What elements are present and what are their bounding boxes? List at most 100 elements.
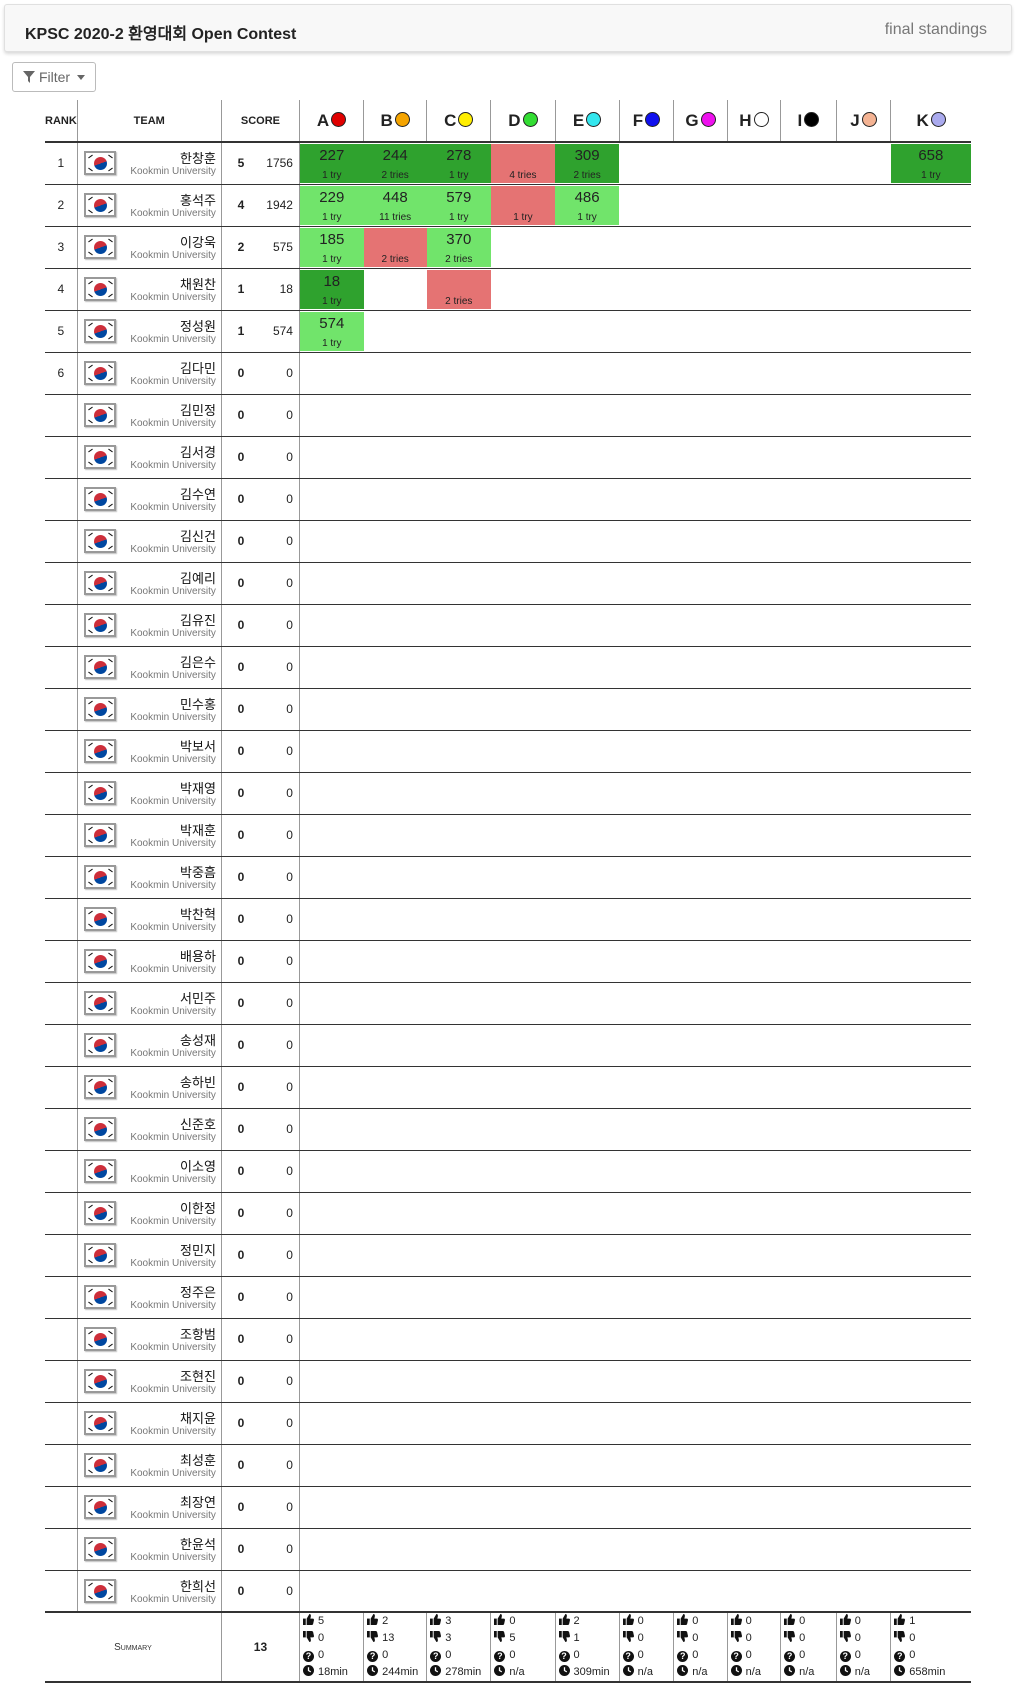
team-cell[interactable]: 김민정 Kookmin University <box>76 394 222 437</box>
empty-result-cell <box>780 394 837 437</box>
empty-result-cell <box>363 688 427 731</box>
team-name: 김다민 <box>180 360 216 376</box>
team-cell[interactable]: 김예리 Kookmin University <box>76 562 222 605</box>
team-cell[interactable]: 한윤석 Kookmin University <box>76 1528 222 1571</box>
team-cell[interactable]: 조현진 Kookmin University <box>76 1360 222 1403</box>
empty-result-cell <box>673 520 728 563</box>
result-cell-c[interactable]: 2 tries <box>426 268 491 311</box>
thumbs-up-icon <box>894 1614 906 1625</box>
result-cell-d[interactable]: 4 tries <box>490 142 556 185</box>
team-cell[interactable]: 정민지 Kookmin University <box>76 1234 222 1277</box>
empty-result-cell <box>619 1402 674 1445</box>
team-cell[interactable]: 조항범 Kookmin University <box>76 1318 222 1361</box>
team-cell[interactable]: 최장연 Kookmin University <box>76 1486 222 1529</box>
result-cell-c[interactable]: 278 1 try <box>426 142 491 185</box>
team-name: 박재훈 <box>180 822 216 838</box>
thumbs-up-icon <box>494 1614 506 1625</box>
problem-header-f[interactable]: F <box>618 100 674 143</box>
result-cell-c[interactable]: 579 1 try <box>426 184 491 227</box>
team-cell[interactable]: 서민주 Kookmin University <box>76 982 222 1025</box>
empty-result-cell <box>426 352 491 395</box>
result-cell-a[interactable]: 227 1 try <box>298 142 364 185</box>
team-cell[interactable]: 송하빈 Kookmin University <box>76 1066 222 1109</box>
team-cell[interactable]: 정주은 Kookmin University <box>76 1276 222 1319</box>
problem-header-e[interactable]: E <box>554 100 620 143</box>
empty-result-cell <box>619 1276 674 1319</box>
team-cell[interactable]: 박보서 Kookmin University <box>76 730 222 773</box>
team-cell[interactable]: 박재훈 Kookmin University <box>76 814 222 857</box>
team-cell[interactable]: 정성원 Kookmin University <box>76 310 222 353</box>
team-cell[interactable]: 채지윤 Kookmin University <box>76 1402 222 1445</box>
result-cell-k[interactable]: 658 1 try <box>890 142 971 185</box>
team-cell[interactable]: 박중흠 Kookmin University <box>76 856 222 899</box>
team-cell[interactable]: 김서경 Kookmin University <box>76 436 222 479</box>
empty-result-cell <box>890 310 971 353</box>
team-cell[interactable]: 이소영 Kookmin University <box>76 1150 222 1193</box>
team-name: 송성재 <box>180 1032 216 1048</box>
team-cell[interactable]: 김신건 Kookmin University <box>76 520 222 563</box>
team-cell[interactable]: 한희선 Kookmin University <box>76 1570 222 1613</box>
table-row: 2 홍석주 Kookmin University 4 1942 229 1 try 448 11… <box>45 184 971 227</box>
team-cell[interactable]: 홍석주 Kookmin University <box>76 184 222 227</box>
team-cell[interactable]: 최성훈 Kookmin University <box>76 1444 222 1487</box>
problem-header-c[interactable]: C <box>426 100 491 143</box>
result-cell-b[interactable]: 448 11 tries <box>363 184 427 227</box>
team-cell[interactable]: 한창훈 Kookmin University <box>76 142 222 185</box>
accepted-count: 5 <box>317 1615 325 1627</box>
problem-header-h[interactable]: H <box>726 100 781 143</box>
result-cell-a[interactable]: 229 1 try <box>298 184 364 227</box>
empty-result-cell <box>890 1108 971 1151</box>
result-cell-e[interactable]: 309 2 tries <box>555 142 620 185</box>
filter-button[interactable]: Filter <box>12 62 96 92</box>
try-count: 1 try <box>449 169 469 181</box>
team-cell[interactable]: 김은수 Kookmin University <box>76 646 222 689</box>
team-cell[interactable]: 채원찬 Kookmin University <box>76 268 222 311</box>
problem-header-i[interactable]: I <box>780 100 837 143</box>
empty-result-cell <box>619 352 674 395</box>
team-cell[interactable]: 민수홍 Kookmin University <box>76 688 222 731</box>
result-cell-a[interactable]: 18 1 try <box>298 268 364 311</box>
team-cell[interactable]: 김유진 Kookmin University <box>76 604 222 647</box>
empty-result-cell <box>426 1486 491 1529</box>
team-cell[interactable]: 이한정 Kookmin University <box>76 1192 222 1235</box>
rejected-count: 0 <box>692 1632 699 1644</box>
result-cell-b[interactable]: 2 tries <box>363 226 427 269</box>
result-cell-e[interactable]: 486 1 try <box>555 184 620 227</box>
problem-header-d[interactable]: D <box>490 100 556 143</box>
empty-result-cell <box>490 730 556 773</box>
problem-letter: I <box>797 110 803 130</box>
team-cell[interactable]: 김다민 Kookmin University <box>76 352 222 395</box>
result-cell-b[interactable]: 244 2 tries <box>363 142 427 185</box>
penalty-time: 0 <box>259 478 300 521</box>
empty-result-cell <box>780 1192 837 1235</box>
result-cell-a[interactable]: 574 1 try <box>298 310 364 353</box>
team-cell[interactable]: 송성재 Kookmin University <box>76 1024 222 1067</box>
result-cell-a[interactable]: 185 1 try <box>298 226 364 269</box>
team-cell[interactable]: 박찬혁 Kookmin University <box>76 898 222 941</box>
rejected-count: 0 <box>637 1632 644 1644</box>
problem-header-a[interactable]: A <box>298 100 364 143</box>
problem-header-b[interactable]: B <box>363 100 427 143</box>
first-solve-time: 244min <box>382 1666 419 1678</box>
flag-icon <box>83 444 116 469</box>
team-cell[interactable]: 배용하 Kookmin University <box>76 940 222 983</box>
result-cell-c[interactable]: 370 2 tries <box>426 226 491 269</box>
penalty-time: 0 <box>259 1234 300 1277</box>
problem-header-g[interactable]: G <box>673 100 728 143</box>
team-affiliation: Kookmin University <box>130 669 216 681</box>
problem-header-k[interactable]: K <box>890 100 971 143</box>
team-affiliation: Kookmin University <box>130 795 216 807</box>
team-cell[interactable]: 박재영 Kookmin University <box>76 772 222 815</box>
pending-count: 0 <box>637 1649 644 1661</box>
balloon-color-icon <box>458 111 474 127</box>
summary-row: Summary 13 5 0? 0 18min 2 13? 0 244min 3 3? 0 278min 0… <box>45 1611 971 1683</box>
team-cell[interactable]: 신준호 Kookmin University <box>76 1108 222 1151</box>
empty-result-cell <box>780 226 837 269</box>
team-cell[interactable]: 이강욱 Kookmin University <box>76 226 222 269</box>
problem-header-j[interactable]: J <box>835 100 891 143</box>
summary-problem-i: 0 0? 0 n/a <box>780 1611 837 1683</box>
empty-result-cell <box>426 604 491 647</box>
result-cell-d[interactable]: 1 try <box>490 184 556 227</box>
penalty-time: 0 <box>259 856 300 899</box>
team-cell[interactable]: 김수연 Kookmin University <box>76 478 222 521</box>
